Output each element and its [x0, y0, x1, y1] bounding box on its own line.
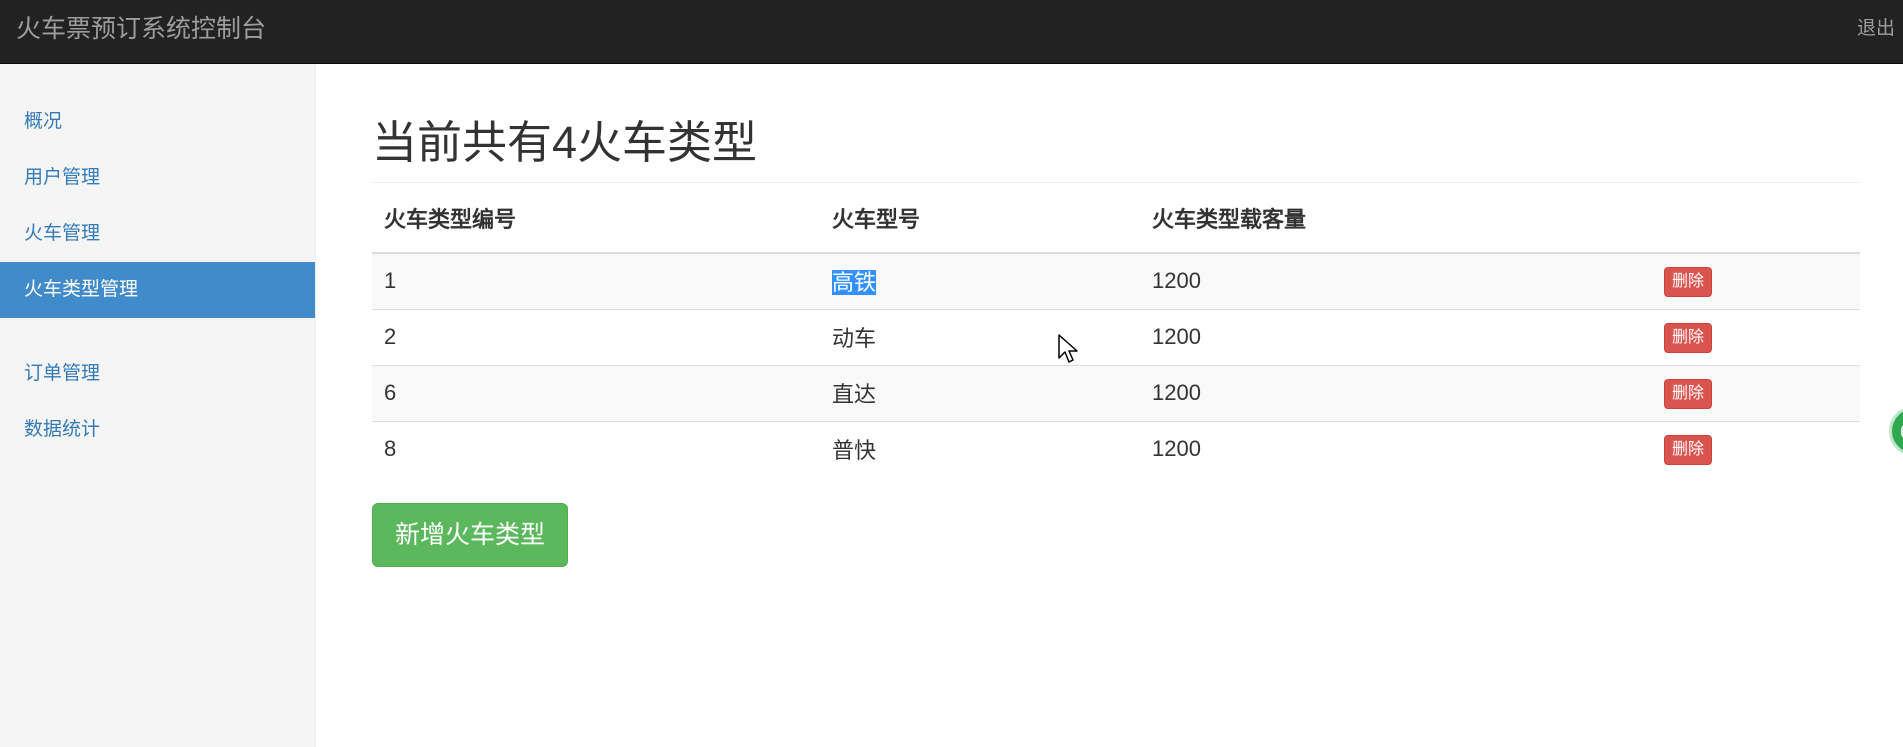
cell-actions: 删除	[1652, 364, 1860, 421]
mouse-cursor-icon	[1058, 334, 1078, 363]
add-train-type-button[interactable]: 新增火车类型	[372, 503, 569, 567]
page-title: 当前共有4火车类型	[372, 116, 1860, 183]
cell-type-id: 8	[372, 420, 820, 477]
sidebar-item-user-management[interactable]: 用户管理	[0, 150, 315, 206]
delete-button[interactable]: 删除	[1664, 378, 1713, 409]
top-navbar: 火车票预订系统控制台 退出	[0, 0, 1903, 64]
cell-model: 动车	[820, 308, 1140, 365]
sidebar-item-statistics[interactable]: 数据统计	[0, 402, 315, 458]
cell-capacity: 1200	[1140, 420, 1652, 477]
cell-actions: 删除	[1652, 252, 1860, 309]
delete-button[interactable]: 删除	[1664, 322, 1713, 353]
selected-model-text: 高铁	[832, 270, 877, 296]
cell-model: 普快	[820, 420, 1140, 477]
cell-capacity: 1200	[1140, 308, 1652, 365]
delete-button[interactable]: 删除	[1664, 434, 1713, 465]
table-row: 2 动车 1200 删除	[372, 308, 1860, 365]
circle-badge-icon[interactable]: 6	[1889, 406, 1903, 456]
column-header-type-id: 火车类型编号	[372, 183, 820, 254]
cell-capacity: 1200	[1140, 364, 1652, 421]
cell-type-id: 2	[372, 308, 820, 365]
table-header-row: 火车类型编号 火车型号 火车类型载客量	[372, 183, 1860, 254]
cell-type-id: 1	[372, 252, 820, 309]
column-header-model: 火车型号	[820, 183, 1140, 254]
cell-capacity: 1200	[1140, 252, 1652, 309]
cell-model: 直达	[820, 364, 1140, 421]
table-row: 1 高铁 1200 删除	[372, 252, 1860, 309]
app-title[interactable]: 火车票预订系统控制台	[16, 0, 266, 64]
table-row: 6 直达 1200 删除	[372, 364, 1860, 421]
sidebar-nav-secondary: 订单管理 数据统计	[0, 346, 315, 458]
sidebar: 概况 用户管理 火车管理 火车类型管理 订单管理 数据统计	[0, 64, 316, 747]
sidebar-item-train-type-management[interactable]: 火车类型管理	[0, 262, 315, 318]
sidebar-item-train-management[interactable]: 火车管理	[0, 206, 315, 262]
cell-model: 高铁	[820, 252, 1140, 309]
train-type-table: 火车类型编号 火车型号 火车类型载客量 1 高铁 1200 删除 2 动车 12…	[372, 183, 1860, 477]
cell-type-id: 6	[372, 364, 820, 421]
cell-actions: 删除	[1652, 420, 1860, 477]
table-row: 8 普快 1200 删除	[372, 420, 1860, 477]
cell-actions: 删除	[1652, 308, 1860, 365]
sidebar-item-overview[interactable]: 概况	[0, 94, 315, 150]
delete-button[interactable]: 删除	[1664, 266, 1713, 297]
sidebar-item-order-management[interactable]: 订单管理	[0, 346, 315, 402]
logout-link[interactable]: 退出	[1857, 0, 1895, 64]
sidebar-nav-main: 概况 用户管理 火车管理 火车类型管理	[0, 94, 315, 318]
column-header-capacity: 火车类型载客量	[1140, 183, 1652, 254]
column-header-actions	[1652, 183, 1860, 254]
main-content: 当前共有4火车类型 火车类型编号 火车型号 火车类型载客量 1 高铁 1200 …	[372, 64, 1860, 567]
